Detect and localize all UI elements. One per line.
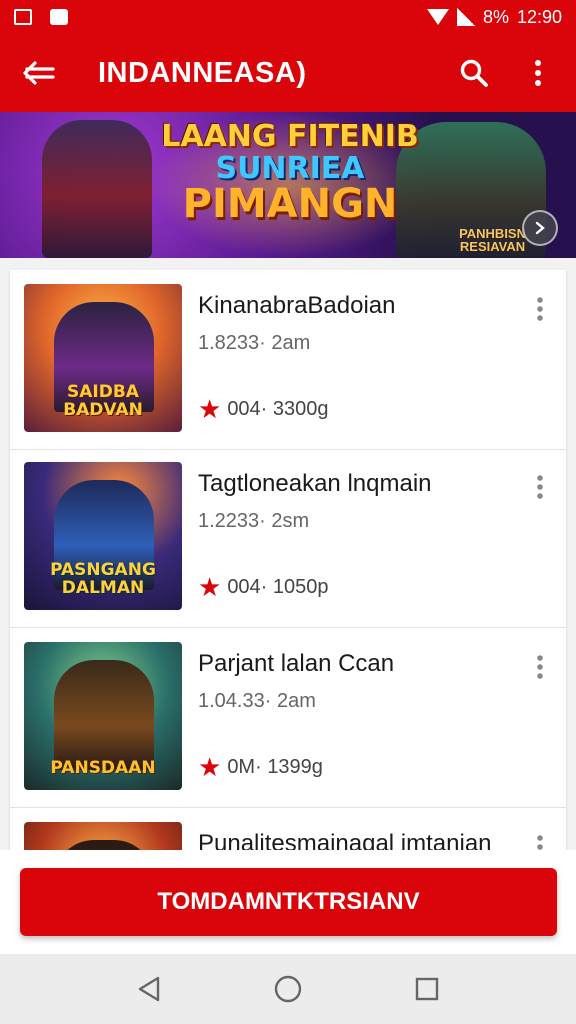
banner-subtitle: PANHBISN RESIAVAN bbox=[459, 225, 526, 255]
game-list: SAIDBA BADVAN KinanabraBadoian 1.8233· 2… bbox=[10, 270, 566, 850]
more-vert-icon bbox=[535, 60, 541, 86]
banner-title: LAANG FITENIB SUNRIEA PIMANGN bbox=[160, 119, 420, 227]
item-thumbnail: SAIDBA BADVAN bbox=[24, 284, 182, 432]
page-title: INDANNEASA) bbox=[98, 56, 307, 89]
primary-action-button[interactable]: TOMDAMNTKTRSIANV bbox=[20, 868, 557, 936]
item-rating-value: 0M· 1399g bbox=[227, 755, 323, 778]
item-title: KinanabraBadoian bbox=[198, 292, 396, 319]
item-rating: ★ 004· 1050p bbox=[198, 574, 329, 600]
item-title: Punalitesmainagal imtanian bbox=[198, 830, 492, 850]
app-notification-icon bbox=[50, 9, 68, 25]
item-rating-value: 004· 3300g bbox=[227, 397, 329, 420]
star-icon: ★ bbox=[198, 752, 222, 782]
status-bar: 8% 12:90 bbox=[0, 0, 576, 34]
signal-icon bbox=[456, 8, 475, 26]
item-meta: 1.04.33· 2am bbox=[198, 690, 316, 712]
more-vert-icon bbox=[537, 835, 543, 850]
more-vert-icon bbox=[537, 655, 543, 679]
item-meta: 1.8233· 2am bbox=[198, 332, 311, 354]
back-button[interactable] bbox=[22, 53, 62, 93]
banner-next-button[interactable] bbox=[522, 210, 558, 246]
banner-hero-left bbox=[42, 120, 152, 258]
wifi-icon bbox=[426, 9, 449, 25]
status-notifications bbox=[14, 9, 68, 25]
list-item[interactable]: PASNGANG DALMAN Tagtloneakan lnqmain 1.2… bbox=[10, 448, 566, 628]
item-thumbnail: PASNGANG DALMAN bbox=[24, 462, 182, 610]
item-meta: 1.2233· 2sm bbox=[198, 510, 310, 532]
banner-title-line3: PIMANGN bbox=[182, 181, 398, 227]
nav-recents-icon bbox=[415, 977, 438, 1001]
photo-notification-icon bbox=[14, 9, 32, 25]
app-bar: INDANNEASA) bbox=[0, 34, 576, 112]
nav-home-button[interactable] bbox=[268, 969, 308, 1009]
item-more-button[interactable] bbox=[524, 830, 556, 850]
status-indicators: 8% 12:90 bbox=[426, 6, 562, 28]
app-bar-actions bbox=[458, 53, 554, 93]
item-more-button[interactable] bbox=[524, 470, 556, 504]
nav-home-icon bbox=[274, 975, 302, 1003]
chevron-right-icon bbox=[535, 221, 545, 235]
clock: 12:90 bbox=[516, 6, 562, 27]
list-item[interactable]: PANSDAAN Parjant lalan Ccan 1.04.33· 2am… bbox=[10, 628, 566, 808]
item-rating-value: 004· 1050p bbox=[227, 575, 329, 598]
system-nav-bar bbox=[0, 954, 576, 1024]
item-thumbnail: PANSDAAN bbox=[24, 642, 182, 790]
list-item[interactable]: Punalitesmainagal imtanian bbox=[10, 808, 566, 850]
more-vert-icon bbox=[537, 297, 543, 321]
item-rating: ★ 004· 3300g bbox=[198, 396, 329, 422]
battery-level: 8% bbox=[482, 6, 509, 27]
thumb-label: PASNGANG DALMAN bbox=[50, 560, 156, 599]
back-arrow-icon bbox=[23, 61, 55, 85]
more-options-button[interactable] bbox=[522, 53, 554, 93]
star-icon: ★ bbox=[198, 572, 222, 602]
thumb-label: PANSDAAN bbox=[50, 758, 156, 779]
banner-title-line2: SUNRIEA bbox=[215, 151, 365, 186]
item-more-button[interactable] bbox=[524, 292, 556, 326]
promo-banner[interactable]: LAANG FITENIB SUNRIEA PIMANGN PANHBISN R… bbox=[0, 112, 576, 258]
cta-container: TOMDAMNTKTRSIANV bbox=[0, 850, 576, 954]
item-more-button[interactable] bbox=[524, 650, 556, 684]
thumb-figure bbox=[54, 660, 154, 770]
item-title: Parjant lalan Ccan bbox=[198, 650, 395, 677]
item-thumbnail bbox=[24, 822, 182, 850]
item-title: Tagtloneakan lnqmain bbox=[198, 470, 432, 497]
nav-back-icon bbox=[139, 976, 160, 1002]
thumb-label: SAIDBA BADVAN bbox=[63, 382, 143, 421]
search-button[interactable] bbox=[458, 53, 490, 93]
search-icon bbox=[460, 59, 488, 87]
list-item[interactable]: SAIDBA BADVAN KinanabraBadoian 1.8233· 2… bbox=[10, 270, 566, 450]
banner-title-line1: LAANG FITENIB bbox=[161, 119, 419, 154]
nav-recents-button[interactable] bbox=[407, 969, 447, 1009]
nav-back-button[interactable] bbox=[129, 969, 169, 1009]
more-vert-icon bbox=[537, 475, 543, 499]
star-icon: ★ bbox=[198, 394, 222, 424]
thumb-figure bbox=[54, 840, 154, 850]
item-rating: ★ 0M· 1399g bbox=[198, 754, 323, 780]
